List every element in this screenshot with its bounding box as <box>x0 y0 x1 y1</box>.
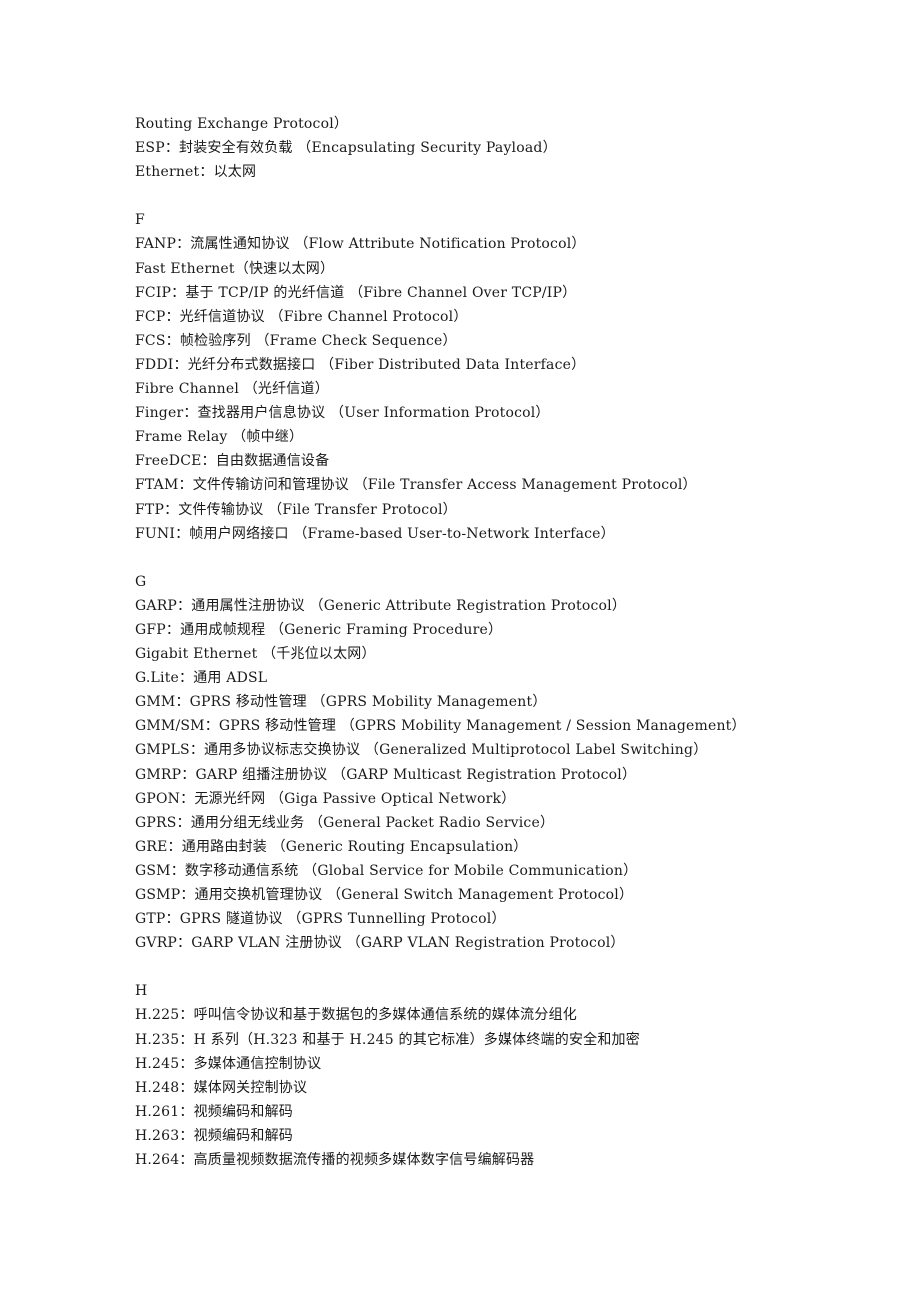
glossary-entry: GSM：数字移动通信系统 （Global Service for Mobile … <box>135 862 638 879</box>
section-continuation: Routing Exchange Protocol） ESP：封装安全有效负载 … <box>135 112 875 184</box>
glossary-entry: Frame Relay （帧中继） <box>135 429 304 446</box>
glossary-entry: GMRP：GARP 组播注册协议 （GARP Multicast Registr… <box>135 766 637 783</box>
glossary-entry: H.263：视频编码和解码 <box>135 1127 293 1144</box>
glossary-entry: FCP：光纤信道协议 （Fibre Channel Protocol） <box>135 308 468 325</box>
glossary-entry: Gigabit Ethernet （千兆位以太网） <box>135 646 376 663</box>
glossary-entry: GTP：GPRS 隧道协议 （GPRS Tunnelling Protocol） <box>135 911 506 928</box>
glossary-entry: GPON：无源光纤网 （Giga Passive Optical Network… <box>135 790 516 807</box>
glossary-entry: FUNI：帧用户网络接口 （Frame-based User-to-Networ… <box>135 525 615 542</box>
glossary-entry: FCS：帧检验序列 （Frame Check Sequence） <box>135 332 457 349</box>
document-page: Routing Exchange Protocol） ESP：封装安全有效负载 … <box>135 112 875 1172</box>
glossary-entry: H.248：媒体网关控制协议 <box>135 1079 308 1096</box>
glossary-entry: FANP：流属性通知协议 （Flow Attribute Notificatio… <box>135 236 586 253</box>
section-f: F FANP：流属性通知协议 （Flow Attribute Notificat… <box>135 208 875 545</box>
glossary-entry: H.264：高质量视频数据流传播的视频多媒体数字信号编解码器 <box>135 1152 535 1169</box>
glossary-entry: H.245：多媒体通信控制协议 <box>135 1055 322 1072</box>
glossary-entry: FDDI：光纤分布式数据接口 （Fiber Distributed Data I… <box>135 356 586 373</box>
glossary-entry: FreeDCE：自由数据通信设备 <box>135 453 330 470</box>
glossary-entry: GVRP：GARP VLAN 注册协议 （GARP VLAN Registrat… <box>135 935 625 952</box>
section-h: H H.225：呼叫信令协议和基于数据包的多媒体通信系统的媒体流分组化 H.23… <box>135 979 875 1172</box>
section-heading: F <box>135 212 145 229</box>
section-g: G GARP：通用属性注册协议 （Generic Attribute Regis… <box>135 570 875 956</box>
glossary-entry: Ethernet：以太网 <box>135 164 257 181</box>
glossary-entry: GRE：通用路由封装 （Generic Routing Encapsulatio… <box>135 838 528 855</box>
section-heading: H <box>135 983 148 1000</box>
glossary-entry: G.Lite：通用 ADSL <box>135 670 268 687</box>
glossary-entry: GMM/SM：GPRS 移动性管理 （GPRS Mobility Managem… <box>135 718 746 735</box>
glossary-entry: H.225：呼叫信令协议和基于数据包的多媒体通信系统的媒体流分组化 <box>135 1007 577 1024</box>
glossary-entry: GARP：通用属性注册协议 （Generic Attribute Registr… <box>135 597 627 614</box>
glossary-entry: Fibre Channel （光纤信道） <box>135 381 329 398</box>
glossary-entry: Finger：查找器用户信息协议 （User Information Proto… <box>135 405 550 422</box>
glossary-entry: Routing Exchange Protocol） <box>135 116 349 132</box>
glossary-entry: GMM：GPRS 移动性管理 （GPRS Mobility Management… <box>135 694 547 711</box>
glossary-entry: GMPLS：通用多协议标志交换协议 （Generalized Multiprot… <box>135 742 708 759</box>
glossary-entry: FTAM：文件传输访问和管理协议 （File Transfer Access M… <box>135 477 697 494</box>
glossary-entry: Fast Ethernet（快速以太网） <box>135 260 335 277</box>
glossary-entry: GPRS：通用分组无线业务 （General Packet Radio Serv… <box>135 814 555 831</box>
glossary-entry: FCIP：基于 TCP/IP 的光纤信道 （Fibre Channel Over… <box>135 284 577 301</box>
glossary-entry: ESP：封装安全有效负载 （Encapsulating Security Pay… <box>135 140 557 157</box>
glossary-entry: GSMP：通用交换机管理协议 （General Switch Managemen… <box>135 887 634 903</box>
glossary-entry: H.261：视频编码和解码 <box>135 1103 293 1120</box>
glossary-entry: GFP：通用成帧规程 （Generic Framing Procedure） <box>135 621 503 638</box>
section-heading: G <box>135 573 147 590</box>
glossary-entry: H.235：H 系列（H.323 和基于 H.245 的其它标准）多媒体终端的安… <box>135 1031 640 1048</box>
glossary-entry: FTP：文件传输协议 （File Transfer Protocol） <box>135 501 457 518</box>
